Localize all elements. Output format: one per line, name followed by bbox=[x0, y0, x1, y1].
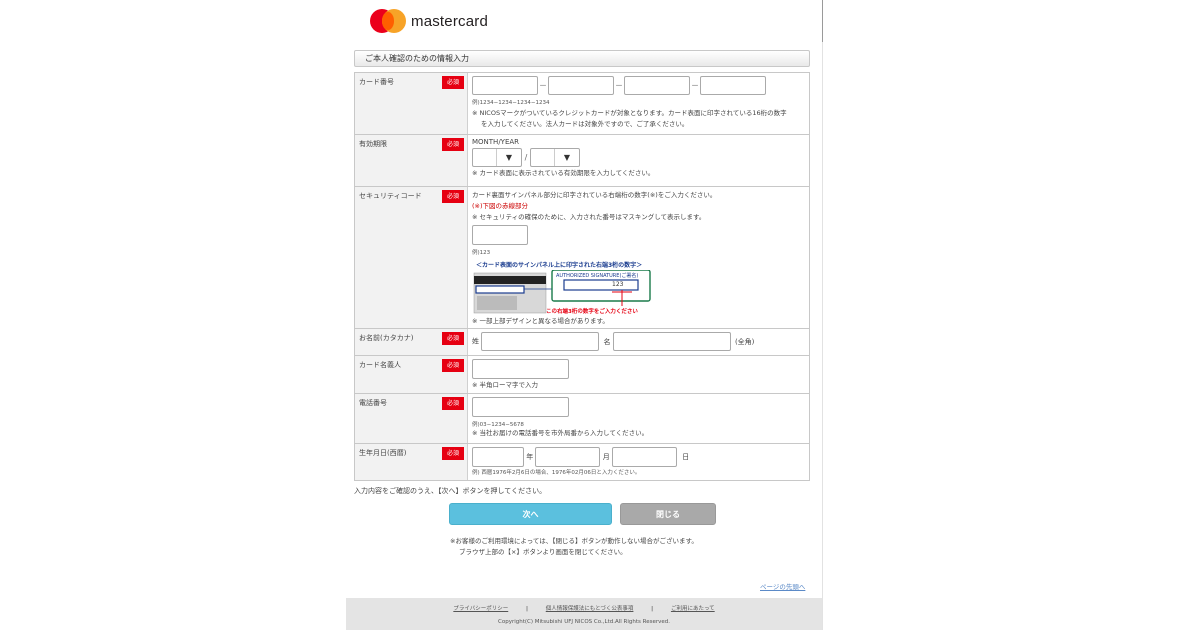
security-line-2: (※)下図の赤線部分 bbox=[472, 202, 529, 210]
label-birthdate: 生年月日(西暦) 必須 bbox=[355, 444, 468, 480]
card-number-input-1[interactable] bbox=[472, 76, 538, 95]
label-card-holder: カード名義人 必須 bbox=[355, 356, 468, 393]
security-code-input[interactable] bbox=[472, 225, 528, 245]
card-number-input-2[interactable] bbox=[548, 76, 614, 95]
label-security-code: セキュリティコード 必須 bbox=[355, 187, 468, 328]
expiry-month-select[interactable]: ▼ bbox=[472, 148, 522, 167]
expiry-cell: MONTH/YEAR ▼ / ▼ ※ カード表面に表示されている有効期限を入力してく… bbox=[468, 135, 809, 186]
security-example: 例)123 bbox=[472, 250, 491, 256]
footer: プライバシーポリシー | 個人情報保護法にもとづく公表事項 | ご利用にあたって… bbox=[346, 598, 822, 630]
card-holder-input[interactable] bbox=[472, 359, 569, 379]
label-name-kana: お名前(カタカナ) 必須 bbox=[355, 329, 468, 355]
required-badge: 必須 bbox=[442, 332, 464, 345]
card-holder-note: ※ 半角ローマ字で入力 bbox=[472, 381, 539, 389]
security-line-1: カード裏面サインパネル部分に印字されている右端桁の数字(※)をご入力ください。 bbox=[472, 191, 717, 199]
page-border-light bbox=[822, 42, 823, 630]
security-line-3: ※ セキュリティの確保のために、入力された番号はマスキングして表示します。 bbox=[472, 213, 706, 221]
required-badge: 必須 bbox=[442, 397, 464, 410]
card-number-input-3[interactable] bbox=[624, 76, 690, 95]
browser-close-note: ※お客様のご利用環境によっては、【閉じる】ボタンが動作しない場合がございます。 … bbox=[450, 537, 698, 556]
phone-input[interactable] bbox=[472, 397, 569, 417]
required-badge: 必須 bbox=[442, 138, 464, 151]
expiry-note: ※ カード表面に表示されている有効期限を入力してください。 bbox=[472, 169, 655, 177]
copyright: Copyright(C) Mitsubishi UFJ NICOS Co.,Lt… bbox=[498, 619, 670, 625]
card-holder-cell: ※ 半角ローマ字で入力 bbox=[468, 356, 809, 393]
chevron-down-icon: ▼ bbox=[505, 153, 513, 162]
row-name-kana: お名前(カタカナ) 必須 姓 名 (全角) bbox=[354, 329, 810, 356]
terms-of-use-link[interactable]: ご利用にあたって bbox=[671, 606, 715, 612]
next-button[interactable]: 次へ bbox=[449, 503, 612, 525]
row-security-code: セキュリティコード 必須 カード裏面サインパネル部分に印字されている右端桁の数字… bbox=[354, 187, 810, 329]
illus-caption: この右端3桁の数字をご入力ください bbox=[546, 309, 638, 315]
birthdate-example: 例) 西暦1976年2月6日の場合、1976年02月06日と入力ください。 bbox=[472, 470, 641, 476]
row-card-number: カード番号 必須 －－－ 例)1234−1234−1234−1234 ※ NIC… bbox=[354, 73, 810, 135]
required-badge: 必須 bbox=[442, 76, 464, 89]
illus-digits: 123 bbox=[612, 281, 624, 288]
card-number-example: 例)1234−1234−1234−1234 bbox=[472, 100, 550, 106]
last-name-kana-input[interactable] bbox=[481, 332, 600, 351]
row-expiry: 有効期限 必須 MONTH/YEAR ▼ / ▼ ※ カード表面に表示されている有効… bbox=[354, 135, 810, 187]
row-card-holder: カード名義人 必須 ※ 半角ローマ字で入力 bbox=[354, 356, 810, 394]
signature-panel-illustration: ＜カード表面のサインパネル上に印字された右端3桁の数字＞ AUTHORIZED … bbox=[472, 260, 656, 316]
required-badge: 必須 bbox=[442, 190, 464, 203]
page-top-link[interactable]: ページの先頭へ bbox=[760, 581, 805, 591]
privacy-policy-link[interactable]: プライバシーポリシー bbox=[453, 606, 508, 612]
card-number-note-1: ※ NICOSマークがついているクレジットカードが対象となります。カード表面に印… bbox=[472, 109, 787, 117]
birth-year-input[interactable] bbox=[472, 447, 524, 467]
page-border-dark bbox=[822, 0, 823, 42]
name-kana-cell: 姓 名 (全角) bbox=[468, 329, 809, 355]
expiry-year-select[interactable]: ▼ bbox=[530, 148, 580, 167]
mastercard-circles-icon bbox=[370, 9, 406, 33]
expiry-format: MONTH/YEAR bbox=[472, 138, 520, 146]
phone-cell: 例)03−1234−5678 ※ 当社お届けの電話番号を市外局番から入力してくだ… bbox=[468, 394, 809, 443]
phone-example: 例)03−1234−5678 bbox=[472, 422, 524, 428]
label-card-number: カード番号 必須 bbox=[355, 73, 468, 134]
identity-form: カード番号 必須 －－－ 例)1234−1234−1234−1234 ※ NIC… bbox=[354, 72, 810, 481]
personal-info-link[interactable]: 個人情報保護法にもとづく公表事項 bbox=[546, 606, 634, 612]
required-badge: 必須 bbox=[442, 447, 464, 460]
row-phone: 電話番号 必須 例)03−1234−5678 ※ 当社お届けの電話番号を市外局番… bbox=[354, 394, 810, 444]
label-expiry: 有効期限 必須 bbox=[355, 135, 468, 186]
close-button[interactable]: 閉じる bbox=[620, 503, 716, 525]
brand-name: mastercard bbox=[411, 12, 489, 30]
phone-note: ※ 当社お届けの電話番号を市外局番から入力してください。 bbox=[472, 429, 649, 437]
mastercard-logo: mastercard bbox=[370, 9, 488, 33]
illus-title: ＜カード表面のサインパネル上に印字された右端3桁の数字＞ bbox=[476, 262, 643, 269]
security-design-note: ※ 一部上部デザインと異なる場合があります。 bbox=[472, 317, 609, 325]
required-badge: 必須 bbox=[442, 359, 464, 372]
card-number-cell: －－－ 例)1234−1234−1234−1234 ※ NICOSマークがついて… bbox=[468, 73, 809, 134]
confirm-instruction: 入力内容をご確認のうえ、【次へ】ボタンを押してください。 bbox=[354, 487, 547, 495]
row-birthdate: 生年月日(西暦) 必須 年 月 日 例) 西暦1976年2月6日の場合、1976… bbox=[354, 444, 810, 481]
security-code-cell: カード裏面サインパネル部分に印字されている右端桁の数字(※)をご入力ください。 … bbox=[468, 187, 809, 328]
birthdate-cell: 年 月 日 例) 西暦1976年2月6日の場合、1976年02月06日と入力くだ… bbox=[468, 444, 809, 480]
illus-panel-text: AUTHORIZED SIGNATURE(ご署名) bbox=[556, 273, 639, 279]
chevron-down-icon: ▼ bbox=[563, 153, 571, 162]
card-number-note-2: を入力してください。法人カードは対象外ですので、ご了承ください。 bbox=[481, 120, 689, 128]
label-phone: 電話番号 必須 bbox=[355, 394, 468, 443]
first-name-kana-input[interactable] bbox=[612, 332, 731, 351]
section-title: ご本人確認のための情報入力 bbox=[354, 50, 810, 67]
footer-links: プライバシーポリシー | 個人情報保護法にもとづく公表事項 | ご利用にあたって bbox=[453, 606, 715, 612]
card-number-input-4[interactable] bbox=[700, 76, 766, 95]
birth-month-input[interactable] bbox=[535, 447, 601, 467]
birth-day-input[interactable] bbox=[611, 447, 677, 467]
